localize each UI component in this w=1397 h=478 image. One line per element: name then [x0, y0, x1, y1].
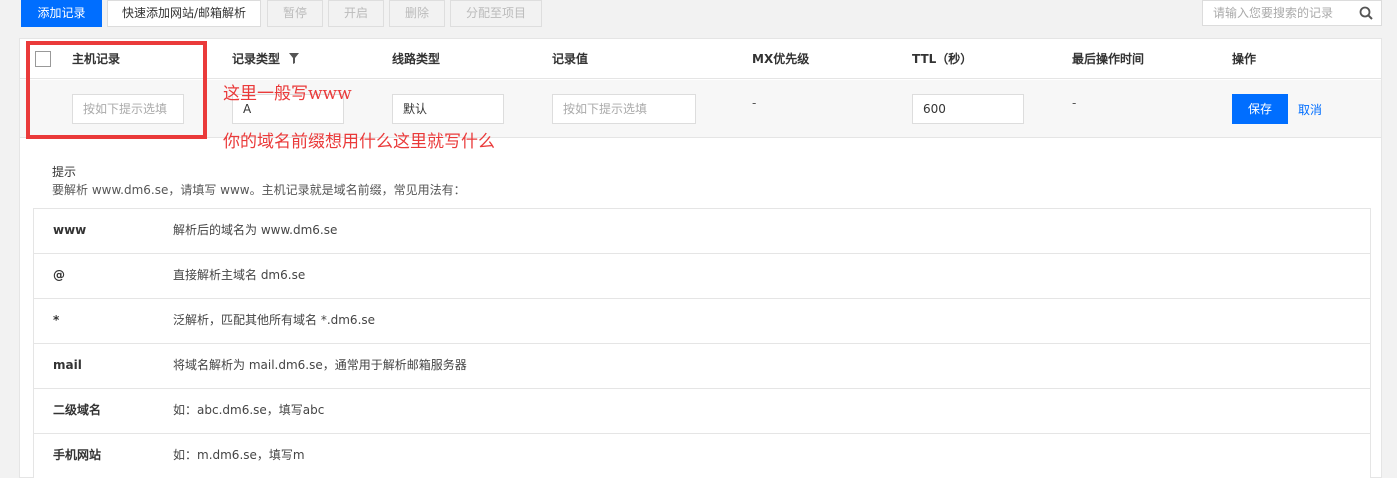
tip-key: mail	[53, 358, 82, 372]
quick-add-button[interactable]: 快速添加网站/邮箱解析	[107, 0, 261, 27]
tip-desc: 如：abc.dm6.se，填写abc	[173, 403, 325, 417]
assign-project-button[interactable]: 分配至项目	[450, 0, 542, 27]
tip-row: * 泛解析，匹配其他所有域名 *.dm6.se	[34, 299, 1370, 344]
tip-key: 二级域名	[53, 403, 102, 417]
annotation-line-2: 你的域名前缀想用什么这里就写什么	[223, 132, 495, 152]
tip-desc: 将域名解析为 mail.dm6.se，通常用于解析邮箱服务器	[173, 358, 467, 372]
search-placeholder: 请输入您要搜索的记录	[1213, 6, 1334, 20]
tip-row: mail 将域名解析为 mail.dm6.se，通常用于解析邮箱服务器	[34, 344, 1370, 389]
tips-table: www 解析后的域名为 www.dm6.se @ 直接解析主域名 dm6.se …	[33, 208, 1371, 478]
tip-desc: 解析后的域名为 www.dm6.se	[173, 223, 338, 237]
header-actions: 操作	[1232, 52, 1257, 66]
header-last-op: 最后操作时间	[1072, 52, 1145, 66]
header-type: 记录类型	[232, 52, 281, 66]
header-value: 记录值	[552, 52, 589, 66]
header-mx: MX优先级	[752, 52, 810, 66]
line-select[interactable]: 默认	[392, 94, 504, 124]
header-ttl: TTL（秒）	[912, 52, 973, 66]
enable-button[interactable]: 开启	[328, 0, 384, 27]
search-input[interactable]: 请输入您要搜索的记录	[1202, 0, 1382, 26]
tip-row: 二级域名 如：abc.dm6.se，填写abc	[34, 389, 1370, 434]
ttl-input[interactable]: 600	[912, 94, 1024, 124]
last-op-value: -	[1072, 96, 1077, 110]
delete-button[interactable]: 删除	[389, 0, 445, 27]
tip-desc: 泛解析，匹配其他所有域名 *.dm6.se	[173, 313, 376, 327]
toolbar: 添加记录 快速添加网站/邮箱解析 暂停 开启 删除 分配至项目 请输入您要搜索的…	[0, 0, 1397, 27]
tip-key: 手机网站	[53, 448, 102, 462]
tips-title: 提示	[52, 165, 77, 179]
tip-desc: 如：m.dm6.se，填写m	[173, 448, 305, 462]
filter-icon[interactable]	[289, 53, 299, 64]
tip-key: @	[53, 268, 65, 282]
tip-key: www	[53, 223, 87, 237]
tip-key: *	[53, 313, 60, 327]
table-header: 主机记录 记录类型 线路类型 记录值 MX优先级 TTL（秒） 最后操作时间 操…	[20, 39, 1381, 79]
cancel-link[interactable]: 取消	[1298, 101, 1322, 118]
tip-row: 手机网站 如：m.dm6.se，填写m	[34, 434, 1370, 478]
save-button[interactable]: 保存	[1232, 94, 1288, 124]
tips-description: 要解析 www.dm6.se，请填写 www。主机记录就是域名前缀，常见用法有：	[52, 183, 466, 197]
header-line: 线路类型	[392, 52, 441, 66]
search-icon[interactable]	[1359, 6, 1373, 20]
value-input[interactable]: 按如下提示选填	[552, 94, 696, 124]
annotation-line-1: 这里一般写www	[223, 84, 352, 104]
tip-row: www 解析后的域名为 www.dm6.se	[34, 209, 1370, 254]
tip-row: @ 直接解析主域名 dm6.se	[34, 254, 1370, 299]
tip-desc: 直接解析主域名 dm6.se	[173, 268, 306, 282]
add-record-button[interactable]: 添加记录	[21, 0, 102, 27]
mx-value: -	[752, 96, 757, 110]
annotation-highlight-box	[26, 41, 207, 139]
pause-button[interactable]: 暂停	[267, 0, 323, 27]
